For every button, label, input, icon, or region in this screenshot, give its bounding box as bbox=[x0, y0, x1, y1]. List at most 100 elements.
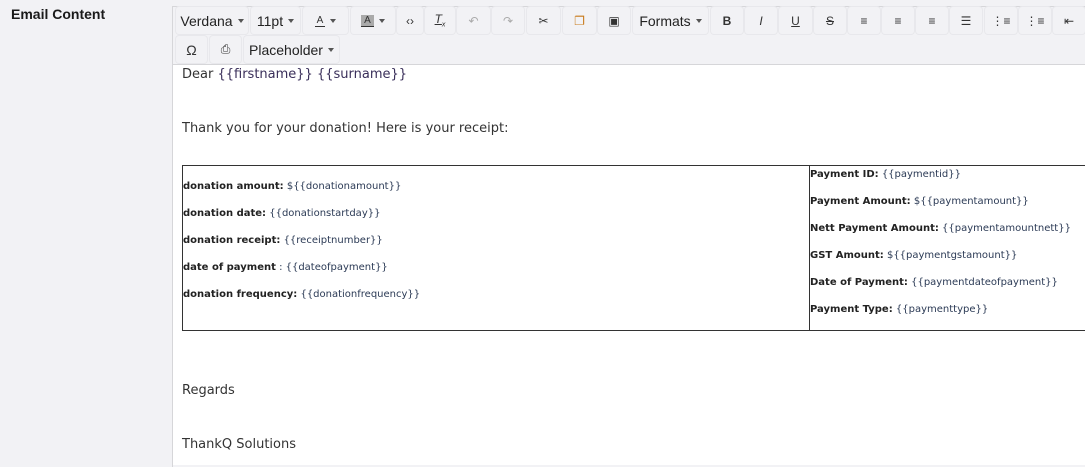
copy-button[interactable]: ❐ bbox=[563, 7, 596, 34]
receipt-row: Date of Payment: {{paymentdateofpayment}… bbox=[810, 276, 1085, 303]
strikethrough-button[interactable]: S bbox=[814, 7, 846, 34]
redo-button[interactable]: ↷ bbox=[492, 7, 524, 34]
receipt-label: date of payment bbox=[183, 262, 276, 273]
source-code-button[interactable]: ‹› bbox=[397, 7, 423, 34]
underline-icon: U bbox=[791, 14, 800, 28]
receipt-label: Date of Payment: bbox=[810, 277, 908, 288]
italic-icon: I bbox=[759, 14, 762, 28]
receipt-row: Payment ID: {{paymentid}} bbox=[810, 168, 1085, 195]
source-code-icon: ‹› bbox=[406, 14, 414, 28]
cut-button[interactable]: ✂ bbox=[527, 7, 560, 34]
placeholder-label: Placeholder bbox=[249, 42, 323, 58]
clear-formatting-button[interactable]: Tx bbox=[425, 7, 455, 34]
copy-icon: ❐ bbox=[574, 14, 585, 28]
paste-button[interactable]: ▣ bbox=[598, 7, 630, 34]
text-color-button[interactable]: A bbox=[303, 7, 348, 34]
outdent-icon: ⇤ bbox=[1064, 14, 1074, 28]
print-button[interactable]: ⎙ bbox=[210, 36, 241, 63]
receipt-value: {{donationstartday}} bbox=[269, 208, 380, 219]
receipt-label: donation amount: bbox=[183, 181, 284, 192]
receipt-value: {{paymentamountnett}} bbox=[942, 223, 1071, 234]
bold-button[interactable]: B bbox=[711, 7, 743, 34]
background-color-icon: A bbox=[361, 15, 374, 27]
clear-formatting-icon: Tx bbox=[435, 12, 446, 28]
receipt-row: Payment Amount: ${{paymentamount}} bbox=[810, 195, 1085, 222]
chevron-down-icon bbox=[330, 19, 336, 23]
receipt-row: donation date: {{donationstartday}} bbox=[183, 207, 809, 234]
undo-button[interactable]: ↶ bbox=[457, 7, 490, 34]
receipt-row: donation amount: ${{donationamount}} bbox=[183, 180, 809, 207]
receipt-value: ${{paymentamount}} bbox=[914, 196, 1029, 207]
donation-details-cell: donation amount: ${{donationamount}}dona… bbox=[183, 166, 810, 331]
align-right-icon: ≡ bbox=[928, 14, 935, 28]
chevron-down-icon bbox=[328, 48, 334, 52]
receipt-value: {{donationfrequency}} bbox=[300, 289, 420, 300]
font-size-dropdown[interactable]: 11pt bbox=[251, 7, 300, 34]
redo-icon: ↷ bbox=[503, 14, 513, 28]
align-center-button[interactable]: ≡ bbox=[882, 7, 914, 34]
greeting-line: Dear {{firstname}} {{surname}} bbox=[182, 67, 407, 82]
outdent-button[interactable]: ⇤ bbox=[1053, 7, 1085, 34]
email-content-label: Email Content bbox=[11, 6, 105, 22]
placeholder-dropdown[interactable]: Placeholder bbox=[244, 36, 339, 63]
receipt-label: donation receipt: bbox=[183, 235, 280, 246]
chevron-down-icon bbox=[238, 19, 244, 23]
regards-line: Regards bbox=[182, 383, 235, 398]
text-color-icon: A bbox=[315, 15, 326, 27]
paste-icon: ▣ bbox=[608, 14, 619, 28]
editor-toolbar: Verdana 11pt A A ‹› Tx ↶ ↷ ✂ ❐ ▣ Formats… bbox=[173, 7, 1085, 65]
formats-label: Formats bbox=[639, 13, 690, 29]
editor-content[interactable]: Dear {{firstname}} {{surname}} Thank you… bbox=[173, 65, 1085, 465]
align-left-button[interactable]: ≡ bbox=[848, 7, 880, 34]
signature-line: ThankQ Solutions bbox=[182, 437, 296, 452]
payment-details-cell: Payment ID: {{paymentid}}Payment Amount:… bbox=[810, 166, 1085, 331]
receipt-label: donation frequency: bbox=[183, 289, 297, 300]
strikethrough-icon: S bbox=[826, 14, 834, 28]
print-icon: ⎙ bbox=[221, 42, 231, 57]
receipt-value: ${{paymentgstamount}} bbox=[887, 250, 1017, 261]
font-size-value: 11pt bbox=[257, 13, 283, 29]
receipt-row: donation receipt: {{receiptnumber}} bbox=[183, 234, 809, 261]
intro-line: Thank you for your donation! Here is you… bbox=[182, 121, 508, 136]
rich-text-editor: Verdana 11pt A A ‹› Tx ↶ ↷ ✂ ❐ ▣ Formats… bbox=[172, 6, 1085, 467]
receipt-value: : {{dateofpayment}} bbox=[279, 262, 388, 273]
special-character-button[interactable]: Ω bbox=[176, 36, 207, 63]
receipt-table: donation amount: ${{donationamount}}dona… bbox=[182, 165, 1085, 331]
firstname-placeholder: {{firstname}} bbox=[217, 67, 312, 82]
receipt-value: {{paymenttype}} bbox=[896, 304, 988, 315]
receipt-row: Payment Type: {{paymenttype}} bbox=[810, 303, 1085, 330]
surname-placeholder: {{surname}} bbox=[317, 67, 407, 82]
bold-icon: B bbox=[723, 14, 732, 28]
greeting-text: Dear bbox=[182, 67, 213, 82]
receipt-label: GST Amount: bbox=[810, 250, 884, 261]
bullet-list-icon: ⋮≡ bbox=[991, 14, 1010, 28]
receipt-label: Payment Type: bbox=[810, 304, 893, 315]
chevron-down-icon bbox=[379, 19, 385, 23]
font-family-dropdown[interactable]: Verdana bbox=[176, 7, 248, 34]
numbered-list-button[interactable]: ⋮≡ bbox=[1019, 7, 1051, 34]
justify-button[interactable]: ☰ bbox=[950, 7, 982, 34]
receipt-value: ${{donationamount}} bbox=[287, 181, 401, 192]
bullet-list-button[interactable]: ⋮≡ bbox=[985, 7, 1017, 34]
font-family-value: Verdana bbox=[180, 13, 232, 29]
underline-button[interactable]: U bbox=[779, 7, 812, 34]
receipt-value: {{paymentdateofpayment}} bbox=[911, 277, 1058, 288]
receipt-row: GST Amount: ${{paymentgstamount}} bbox=[810, 249, 1085, 276]
receipt-row: donation frequency: {{donationfrequency}… bbox=[183, 288, 809, 315]
numbered-list-icon: ⋮≡ bbox=[1025, 14, 1044, 28]
align-right-button[interactable]: ≡ bbox=[916, 7, 948, 34]
undo-icon: ↶ bbox=[468, 14, 478, 28]
align-left-icon: ≡ bbox=[860, 14, 867, 28]
receipt-row: Nett Payment Amount: {{paymentamountnett… bbox=[810, 222, 1085, 249]
background-color-button[interactable]: A bbox=[351, 7, 395, 34]
receipt-row: date of payment : {{dateofpayment}} bbox=[183, 261, 809, 288]
align-center-icon: ≡ bbox=[894, 14, 901, 28]
receipt-value: {{receiptnumber}} bbox=[284, 235, 383, 246]
receipt-label: Nett Payment Amount: bbox=[810, 223, 939, 234]
italic-button[interactable]: I bbox=[745, 7, 777, 34]
chevron-down-icon bbox=[696, 19, 702, 23]
formats-dropdown[interactable]: Formats bbox=[633, 7, 708, 34]
receipt-label: Payment Amount: bbox=[810, 196, 911, 207]
special-character-icon: Ω bbox=[186, 42, 196, 58]
cut-icon: ✂ bbox=[538, 14, 548, 28]
